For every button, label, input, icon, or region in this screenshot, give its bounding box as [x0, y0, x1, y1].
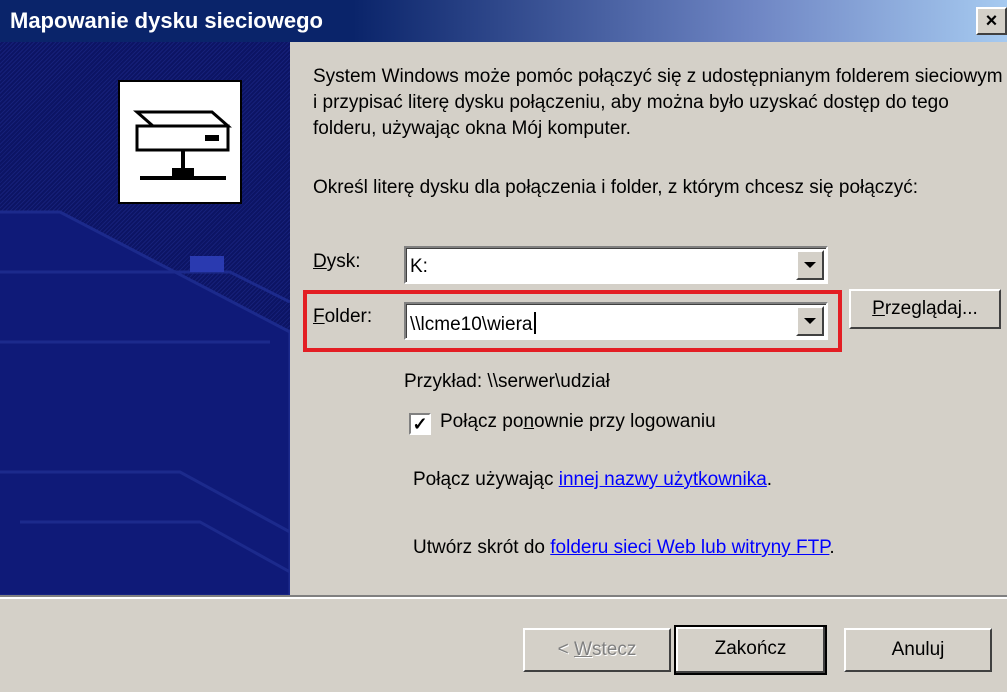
- title-bar: Mapowanie dysku sieciowego ×: [0, 0, 1007, 42]
- reconnect-checkbox[interactable]: ✓: [409, 413, 431, 435]
- browse-button[interactable]: Przeglądaj...: [849, 289, 1001, 329]
- folder-input[interactable]: \\lcme10\wiera: [410, 312, 536, 336]
- window-title: Mapowanie dysku sieciowego: [10, 8, 323, 33]
- wizard-sidebar-graphic: [0, 42, 290, 596]
- close-icon: ×: [985, 10, 998, 32]
- network-drive-illustration: [0, 80, 290, 596]
- led-panel: [190, 256, 224, 272]
- drive-dropdown-arrow[interactable]: [796, 250, 824, 280]
- back-button[interactable]: < Wstecz: [523, 628, 671, 672]
- check-icon: ✓: [412, 414, 428, 434]
- instruction-text: Określ literę dysku dla połączenia i fol…: [313, 177, 919, 198]
- drive-combobox[interactable]: K:: [404, 246, 828, 284]
- cancel-button[interactable]: Anuluj: [844, 628, 992, 672]
- folder-dropdown-arrow[interactable]: [796, 306, 824, 336]
- close-button[interactable]: ×: [976, 7, 1007, 35]
- drive-icon: [118, 80, 242, 204]
- reconnect-label[interactable]: Połącz ponownie przy logowaniu: [440, 411, 716, 433]
- folder-combobox[interactable]: \\lcme10\wiera: [404, 302, 828, 340]
- example-text: Przykład: \\serwer\udział: [404, 371, 610, 392]
- other-user-link[interactable]: innej nazwy użytkownika: [559, 469, 767, 490]
- web-folder-link[interactable]: folderu sieci Web lub witryny FTP: [550, 537, 829, 558]
- footer-separator: [0, 595, 1007, 599]
- shortcut-line: Utwórz skrót do folderu sieci Web lub wi…: [413, 537, 835, 558]
- folder-label: Folder:: [313, 306, 373, 327]
- finish-button[interactable]: Zakończ: [674, 625, 827, 675]
- drive-label: Dysk:: [313, 251, 361, 272]
- other-user-line: Połącz używając innej nazwy użytkownika.: [413, 469, 773, 490]
- drive-value: K:: [410, 256, 428, 277]
- description-text: System Windows może pomóc połączyć się z…: [313, 66, 1003, 139]
